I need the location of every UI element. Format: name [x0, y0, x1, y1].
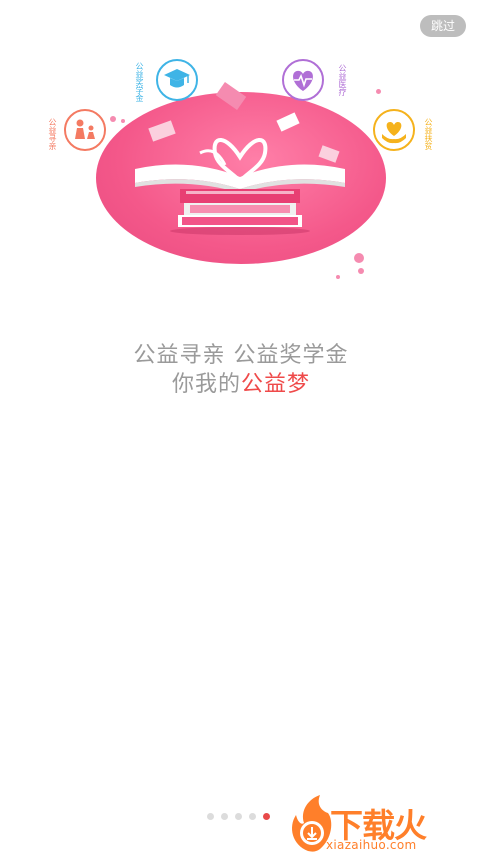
page-dot[interactable]	[207, 812, 214, 820]
slogan-prefix: 你我的	[171, 372, 241, 397]
page-indicator	[207, 811, 270, 821]
page-dot[interactable]	[221, 812, 228, 820]
open-book-icon	[135, 138, 345, 235]
slogan-line-2: 你我的公益梦	[0, 366, 482, 398]
page-dot[interactable]	[235, 812, 242, 820]
watermark-url: xiazaihuo.com	[326, 838, 417, 852]
page-dot-active[interactable]	[263, 812, 270, 820]
slogan-line-1: 公益寻亲 公益奖学金	[133, 343, 349, 368]
slogan-highlight: 公益梦	[241, 372, 311, 397]
page-dot[interactable]	[249, 812, 256, 820]
hero-illustration: 公益寻亲 公益奖学金 公益医疗 公益扶贫	[0, 0, 482, 300]
